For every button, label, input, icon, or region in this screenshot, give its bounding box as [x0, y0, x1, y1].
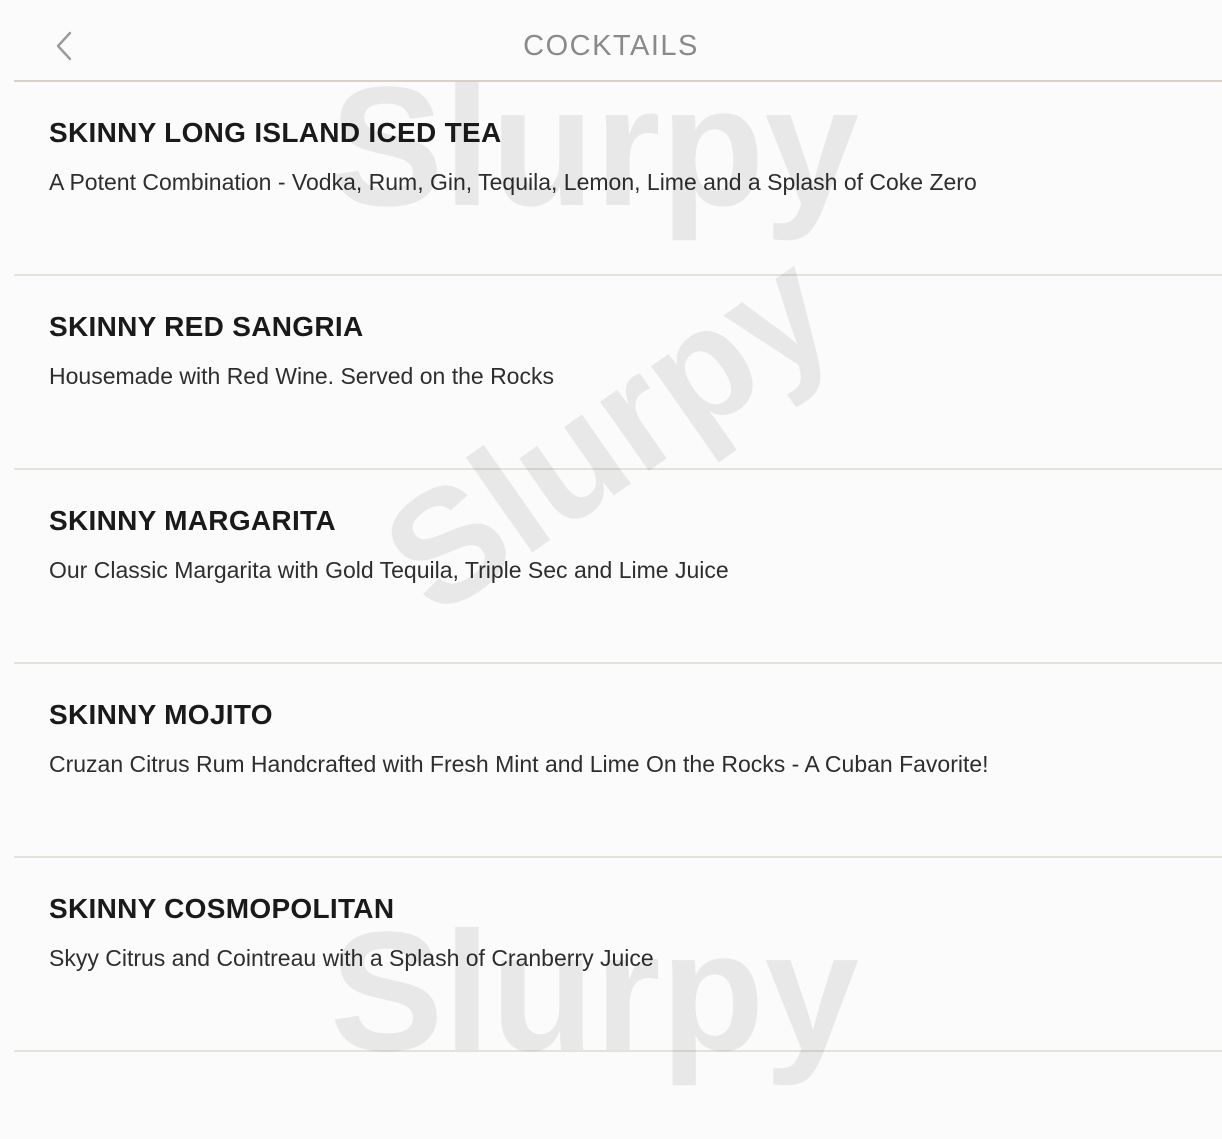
cocktails-menu-page: COCKTAILS SKINNY LONG ISLAND ICED TEA A …: [0, 0, 1222, 1139]
menu-item-margarita[interactable]: SKINNY MARGARITA Our Classic Margarita w…: [0, 470, 1222, 664]
item-description: A Potent Combination - Vodka, Rum, Gin, …: [49, 169, 977, 195]
item-divider: [14, 1050, 1222, 1052]
header-bar: COCKTAILS: [0, 0, 1222, 82]
item-description: Cruzan Citrus Rum Handcrafted with Fresh…: [49, 751, 989, 777]
item-name: SKINNY MOJITO: [49, 699, 273, 730]
menu-item-red-sangria[interactable]: SKINNY RED SANGRIA Housemade with Red Wi…: [0, 276, 1222, 470]
menu-item-long-island-iced-tea[interactable]: SKINNY LONG ISLAND ICED TEA A Potent Com…: [0, 82, 1222, 276]
menu-item-cosmopolitan[interactable]: SKINNY COSMOPOLITAN Skyy Citrus and Coin…: [0, 858, 1222, 1052]
item-name: SKINNY MARGARITA: [49, 505, 336, 536]
item-name: SKINNY RED SANGRIA: [49, 311, 364, 342]
cocktail-list: SKINNY LONG ISLAND ICED TEA A Potent Com…: [0, 82, 1222, 1052]
page-title: COCKTAILS: [523, 30, 699, 62]
item-name: SKINNY COSMOPOLITAN: [49, 893, 395, 924]
item-description: Skyy Citrus and Cointreau with a Splash …: [49, 945, 654, 971]
menu-item-mojito[interactable]: SKINNY MOJITO Cruzan Citrus Rum Handcraf…: [0, 664, 1222, 858]
item-description: Housemade with Red Wine. Served on the R…: [49, 363, 554, 389]
item-name: SKINNY LONG ISLAND ICED TEA: [49, 117, 502, 148]
item-description: Our Classic Margarita with Gold Tequila,…: [49, 557, 729, 583]
